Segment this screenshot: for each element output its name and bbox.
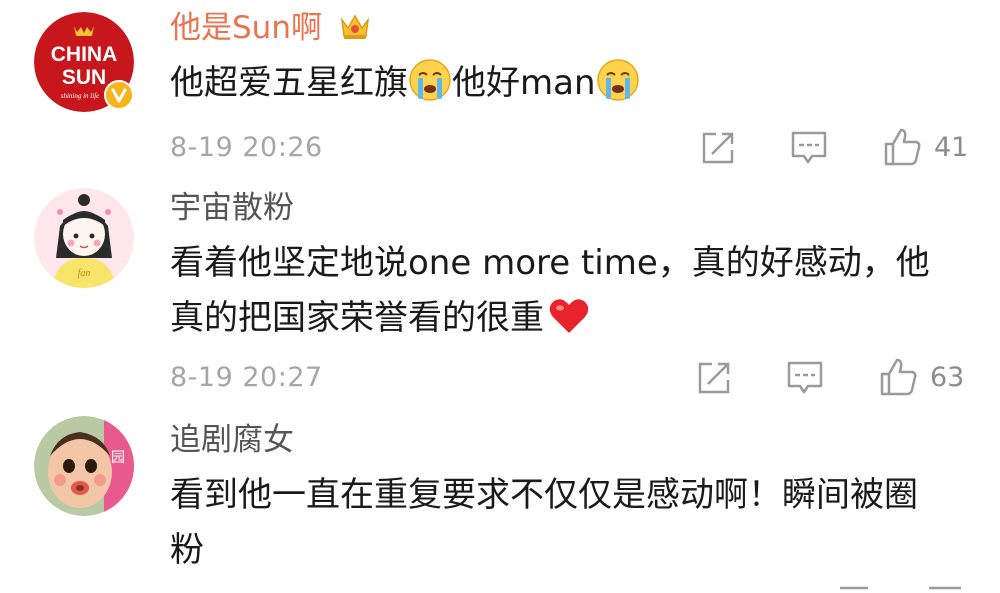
comment-item: fan 宇宙散粉 看着他坚定地说one more time，真的好感动，他 真的… (0, 182, 1000, 412)
comment-line: 粉 (170, 530, 204, 570)
avatar[interactable]: 园 (34, 416, 134, 516)
comment-line: 看着他坚定地说one more time，真的好感动，他 (170, 243, 930, 283)
comment-icon[interactable] (784, 358, 828, 402)
comment-text-part: 他超爱五星红旗 (170, 63, 408, 103)
crown-vip-icon (338, 10, 372, 52)
comment-line: 真的把国家荣誉看的很重 (170, 291, 970, 352)
comment-text: 他超爱五星红旗 他好man (170, 56, 970, 119)
avatar[interactable]: fan (34, 188, 134, 288)
svg-text:园: 园 (111, 450, 125, 466)
share-icon[interactable] (698, 128, 742, 172)
svg-text:shining in life: shining in life (61, 92, 100, 100)
svg-text:CHINA: CHINA (51, 43, 118, 66)
username-text[interactable]: 他是Sun啊 (170, 10, 322, 46)
verified-v-badge (104, 80, 134, 110)
comment-icon[interactable] (788, 128, 832, 172)
comment-item: 园 追剧腐女 看到他一直在重复要求不仅仅是感动啊！瞬间被圈 粉 (0, 412, 1000, 593)
username[interactable]: 他是Sun啊 (170, 8, 372, 52)
thumbs-up-icon[interactable] (878, 356, 922, 400)
comment-text: 看到他一直在重复要求不仅仅是感动啊！瞬间被圈 粉 (170, 468, 970, 578)
heart-emoji-icon (548, 297, 590, 352)
comment-timestamp: 8-19 20:26 (170, 132, 323, 163)
comment-text: 看着他坚定地说one more time，真的好感动，他 真的把国家荣誉看的很重 (170, 236, 970, 352)
like-count: 63 (930, 362, 965, 393)
username[interactable]: 宇宙散粉 (170, 188, 294, 228)
svg-text:SUN: SUN (62, 66, 106, 89)
thumbs-up-icon[interactable] (882, 126, 926, 170)
crying-emoji-icon (408, 58, 452, 119)
crying-emoji-icon (596, 58, 640, 119)
comment-icon[interactable] (924, 582, 968, 593)
share-icon[interactable] (834, 582, 878, 593)
comment-timestamp: 8-19 20:27 (170, 362, 323, 393)
share-icon[interactable] (694, 358, 738, 402)
like-count: 41 (934, 132, 969, 163)
comment-line: 看到他一直在重复要求不仅仅是感动啊！瞬间被圈 (170, 475, 918, 515)
comment-text-part: 真的把国家荣誉看的很重 (170, 298, 544, 338)
comment-text-part: 他好man (452, 63, 596, 103)
svg-text:fan: fan (78, 268, 91, 279)
comment-item: CHINA SUN shining in life 他是Sun啊 他超爱五星红旗 (0, 0, 1000, 190)
username[interactable]: 追剧腐女 (170, 420, 294, 460)
